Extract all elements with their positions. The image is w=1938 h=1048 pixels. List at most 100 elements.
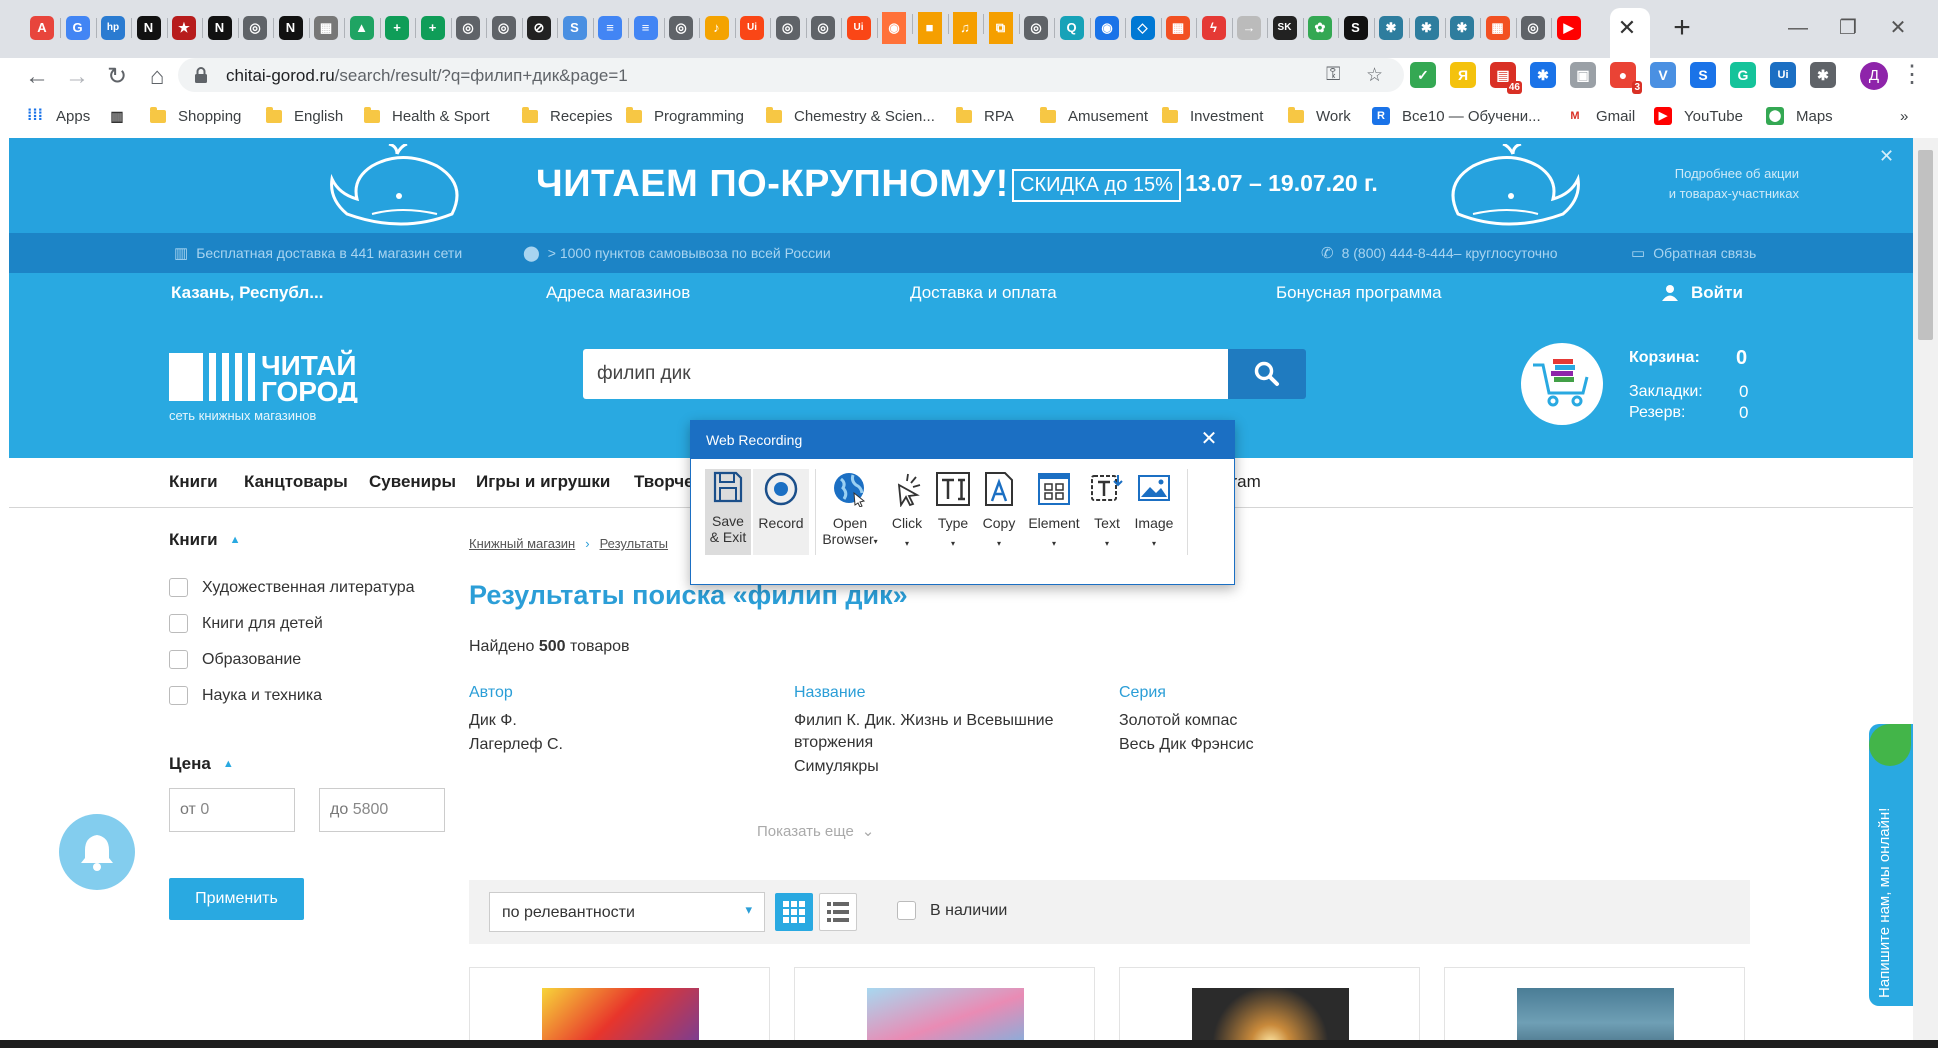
breadcrumb-home[interactable]: Книжный магазин [469, 536, 575, 551]
bookmarks-overflow-icon[interactable]: » [1900, 104, 1908, 128]
price-filter-heading[interactable]: Цена ▲ [169, 754, 234, 774]
filter-science[interactable]: Наука и техника [169, 686, 322, 705]
bookmark-apps[interactable]: ⁞⁞⁞ Apps [26, 104, 90, 128]
target-icon[interactable]: ◉ [1095, 16, 1126, 40]
link-icon[interactable]: ⊘ [527, 16, 558, 40]
search-box[interactable] [583, 349, 1228, 399]
profile-avatar[interactable]: Д [1860, 62, 1888, 90]
arrow-icon[interactable]: → [1237, 16, 1268, 40]
open-browser-button[interactable]: Open Browser▾ [819, 469, 881, 555]
stores-link[interactable]: Адреса магазинов [546, 283, 690, 303]
puzzle-icon[interactable]: ✱ [1414, 16, 1446, 40]
bookmark-maps[interactable]: ⬤ Maps [1766, 104, 1833, 128]
price-to-field[interactable]: до 5800 [319, 788, 445, 832]
uipath-icon[interactable]: Ui [740, 16, 771, 40]
maximize-button[interactable]: ❐ [1828, 14, 1868, 42]
feedback-link[interactable]: ▭ Обратная связь [1631, 244, 1756, 262]
close-dialog-icon[interactable]: ✕ [1196, 427, 1222, 451]
breadcrumb-current[interactable]: Результаты [600, 536, 668, 551]
globe-icon[interactable]: ◎ [491, 16, 523, 40]
google-sheets-icon[interactable]: + [385, 16, 416, 40]
globe-icon[interactable]: ◎ [243, 16, 274, 40]
login-button[interactable]: Войти [1661, 283, 1743, 303]
notification-bell-button[interactable] [59, 814, 135, 890]
bookmark-health-sport[interactable]: Health & Sport [364, 104, 490, 128]
microphone-icon[interactable]: ♫ [953, 12, 984, 44]
title-suggestion[interactable]: Филип К. Дик. Жизнь и Всевышние вторжени… [794, 710, 1074, 754]
browser-menu-icon[interactable]: ⋮ [1900, 58, 1924, 92]
hp-icon[interactable]: hp [101, 16, 132, 40]
star-icon[interactable]: ★ [172, 16, 203, 40]
promo-details-link[interactable]: Подробнее об акции и товарах-участниках [1599, 164, 1799, 204]
reload-button[interactable]: ↻ [100, 60, 134, 94]
globe-icon[interactable]: ◎ [669, 16, 700, 40]
record-button[interactable]: Record [753, 469, 809, 555]
free-delivery-link[interactable]: ▥ Бесплатная доставка в 441 магазин сети [174, 244, 462, 262]
puzzle-icon[interactable]: ✱ [1379, 16, 1410, 40]
author-suggestion[interactable]: Лагерлеф С. [469, 734, 563, 756]
gear-icon[interactable]: ✱ [1530, 62, 1556, 88]
filter-children[interactable]: Книги для детей [169, 614, 323, 633]
cart-button[interactable] [1521, 343, 1603, 425]
bookmark-investment[interactable]: Investment [1162, 104, 1263, 128]
checkbox[interactable] [169, 686, 188, 705]
price-from-field[interactable]: от 0 [169, 788, 295, 832]
key-icon[interactable]: ⚿ [1326, 64, 1340, 86]
delivery-link[interactable]: Доставка и оплата [910, 283, 1057, 303]
record-icon[interactable]: ● 3 [1610, 62, 1642, 94]
product-card[interactable] [794, 967, 1095, 1048]
click-button[interactable]: Click ▾ [885, 469, 929, 555]
google-translate-icon[interactable]: G [65, 16, 97, 40]
firefox-icon[interactable]: ◉ [882, 12, 913, 44]
filter-fiction[interactable]: Художественная литература [169, 578, 415, 597]
uipath-icon[interactable]: Ui [1770, 62, 1796, 88]
element-button[interactable]: Element ▾ [1025, 469, 1083, 555]
sort-select[interactable]: по релевантности ▾ [489, 892, 765, 932]
bookmark-amusement[interactable]: Amusement [1040, 104, 1148, 128]
author-suggestion[interactable]: Дик Ф. [469, 710, 517, 732]
pinwheel-icon[interactable]: ✿ [1308, 16, 1339, 40]
s-icon[interactable]: S [1343, 16, 1375, 40]
title-suggestion[interactable]: Симулякры [794, 756, 879, 778]
bookmark-rpa[interactable]: RPA [956, 104, 1014, 128]
s-icon[interactable]: S [1690, 62, 1716, 88]
globe-icon[interactable]: ◎ [1024, 16, 1055, 40]
skype-icon[interactable]: S [562, 16, 594, 40]
reserve-label[interactable]: Резерв: [1629, 404, 1685, 422]
bookmark-programming[interactable]: Programming [626, 104, 744, 128]
pickup-points-link[interactable]: ⬤ > 1000 пунктов самовывоза по всей Росси… [523, 244, 831, 262]
book-cover-image[interactable] [1517, 988, 1674, 1048]
bookmark-recepies[interactable]: Recepies [522, 104, 613, 128]
google-docs-icon[interactable]: ≡ [633, 16, 665, 40]
grid-view-button[interactable] [775, 893, 813, 931]
product-card[interactable] [469, 967, 770, 1048]
quizlet-icon[interactable]: Q [1059, 16, 1091, 40]
search-input[interactable] [583, 349, 1228, 399]
notion-icon[interactable]: N [207, 16, 239, 40]
uipath-icon[interactable]: Ui [846, 16, 878, 40]
back-button[interactable]: ← [20, 60, 54, 94]
microsoft-icon[interactable]: ▦ [1166, 16, 1197, 40]
category-creativity[interactable]: Творче [634, 472, 694, 492]
microsoft-icon[interactable]: ▦ [1485, 16, 1517, 40]
close-window-button[interactable]: ✕ [1878, 14, 1918, 42]
new-tab-button[interactable]: + [1666, 12, 1698, 44]
calendar-icon[interactable]: ▤ 46 [1490, 62, 1522, 94]
puzzle-icon[interactable]: ✱ [1810, 62, 1836, 88]
checkbox[interactable] [897, 901, 916, 920]
image-icon[interactable]: ▣ [1570, 62, 1596, 88]
bookmark-youtube[interactable]: ▶ YouTube [1654, 104, 1743, 128]
filter-education[interactable]: Образование [169, 650, 301, 669]
apply-filter-button[interactable]: Применить [169, 878, 304, 920]
bookmark-work[interactable]: Work [1288, 104, 1351, 128]
calculator-icon[interactable]: ▦ [314, 16, 345, 40]
dialog-titlebar[interactable]: Web Recording ✕ [691, 421, 1234, 459]
google-sheets-icon[interactable]: + [420, 16, 452, 40]
bookmark-english[interactable]: English [266, 104, 343, 128]
category-books[interactable]: Книги [169, 472, 218, 492]
book-cover-image[interactable] [542, 988, 699, 1048]
globe-icon[interactable]: ◎ [1521, 16, 1552, 40]
google-docs-icon[interactable]: ≡ [598, 16, 629, 40]
music-icon[interactable]: ♪ [704, 16, 736, 40]
screenshot-icon[interactable]: ⧉ [988, 12, 1020, 44]
